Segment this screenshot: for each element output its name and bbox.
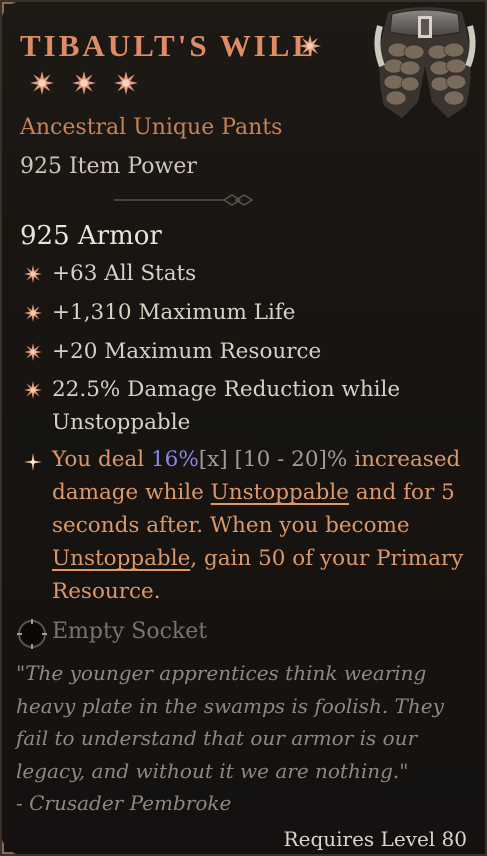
affix-text: 22.5% Damage Reduction while Unstoppable	[52, 377, 401, 435]
roll-range: [10 - 20]%	[227, 447, 348, 472]
corner-ornament-icon	[2, 840, 16, 854]
empty-socket-icon	[17, 619, 47, 649]
rank-star-icon	[114, 71, 138, 95]
flavor-author: - Crusader Pembroke	[16, 791, 232, 815]
level-requirement: Requires Level 80	[283, 827, 467, 851]
empty-socket: Empty Socket	[16, 616, 316, 650]
item-tooltip: TIBAULT'S WILL Ancestral Unique Pants 92…	[0, 0, 487, 856]
flavor-quote: "The younger apprentices think wearing h…	[16, 661, 444, 783]
unique-effect-text: You deal 16%[x] [10 - 20]% increased dam…	[52, 447, 464, 604]
item-power: 925 Item Power	[20, 154, 197, 179]
socket-label: Empty Socket	[52, 619, 208, 644]
rank-star-icon	[72, 71, 96, 95]
flavor-text: "The younger apprentices think wearing h…	[16, 657, 478, 820]
keyword-unstoppable[interactable]: Unstoppable	[52, 546, 190, 571]
keyword-unstoppable[interactable]: Unstoppable	[211, 480, 349, 505]
unique-star-icon	[24, 453, 42, 471]
item-rarity-type: Ancestral Unique Pants	[20, 115, 283, 140]
affix-text: +20 Maximum Resource	[52, 339, 322, 364]
item-name: TIBAULT'S WILL	[20, 28, 317, 63]
affix-star-icon	[24, 304, 42, 322]
roll-marker: [x]	[198, 447, 228, 472]
affix-star-icon	[24, 381, 42, 399]
corner-ornament-icon	[2, 2, 16, 16]
affix-star-icon	[24, 265, 42, 283]
affix-text: +1,310 Maximum Life	[52, 300, 296, 325]
armor-value: 925 Armor	[20, 221, 162, 251]
rolled-value: 16%	[150, 447, 199, 472]
greater-affix-star-icon	[299, 35, 321, 57]
pants-armor-image	[374, 7, 476, 118]
affix-star-icon	[24, 343, 42, 361]
section-divider	[114, 194, 254, 206]
rank-star-icon	[30, 71, 54, 95]
affix-text: +63 All Stats	[52, 261, 197, 286]
rank-stars	[29, 70, 149, 96]
